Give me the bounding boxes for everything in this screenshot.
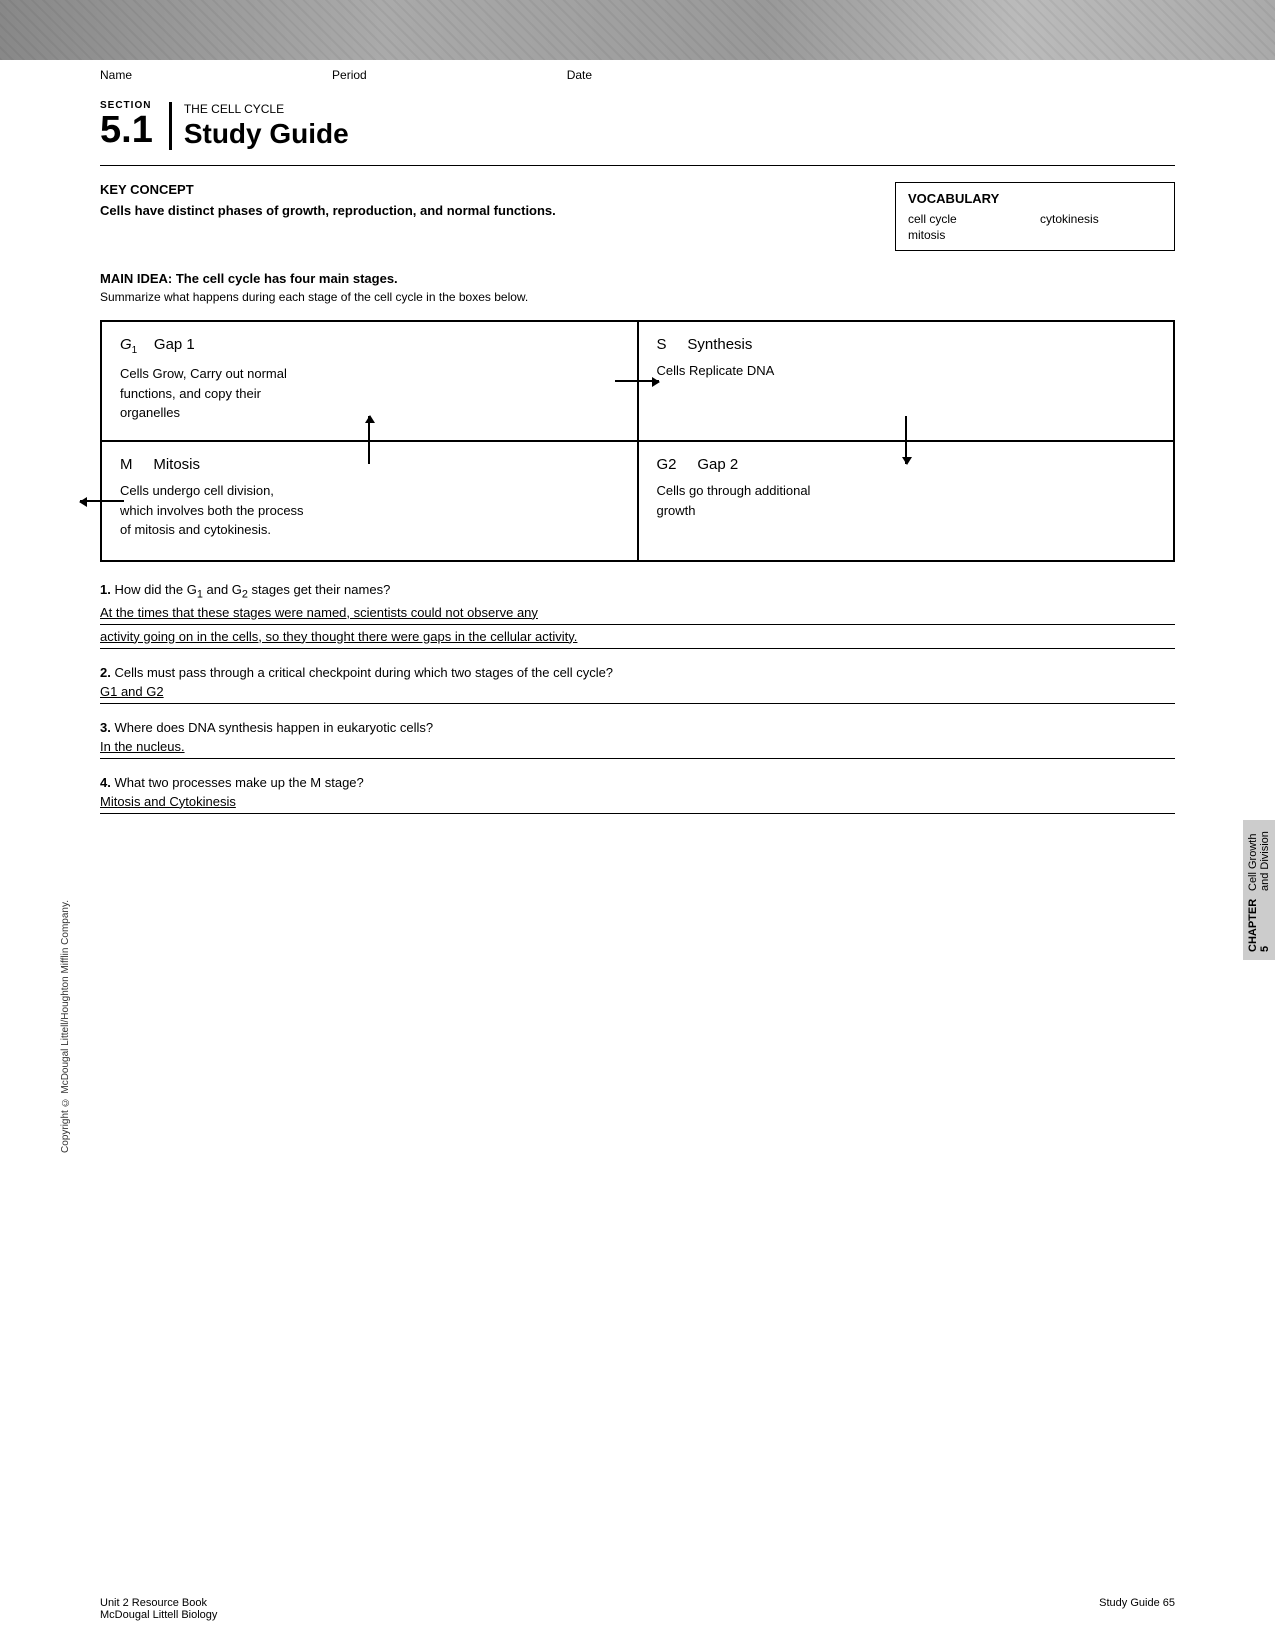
main-idea-title: MAIN IDEA: The cell cycle has four main … bbox=[100, 271, 1175, 286]
key-concept-text: Cells have distinct phases of growth, re… bbox=[100, 203, 865, 218]
q1-number: 1. bbox=[100, 582, 114, 597]
name-label: Name bbox=[100, 68, 132, 82]
key-concept-block: KEY CONCEPT Cells have distinct phases o… bbox=[100, 182, 865, 251]
cycle-cell-g1: G1 Gap 1 Cells Grow, Carry out normalfun… bbox=[101, 321, 638, 441]
chapter-label: CHAPTER 5 bbox=[1247, 899, 1271, 952]
g1-title: G1 Gap 1 bbox=[120, 336, 619, 356]
arrow-m-to-g1 bbox=[368, 416, 370, 464]
section-title-block: THE CELL CYCLE Study Guide bbox=[169, 102, 349, 150]
vocabulary-box: VOCABULARY cell cycle cytokinesis mitosi… bbox=[895, 182, 1175, 251]
main-idea-subtitle: Summarize what happens during each stage… bbox=[100, 290, 1175, 304]
s-text: Cells Replicate DNA bbox=[657, 361, 1156, 381]
period-label: Period bbox=[332, 68, 367, 82]
vocabulary-terms: cell cycle cytokinesis mitosis bbox=[908, 212, 1162, 242]
main-idea-heading: The cell cycle has four main stages. bbox=[176, 271, 398, 286]
vocab-term-1: cell cycle bbox=[908, 212, 1030, 226]
vocab-term-4 bbox=[1040, 228, 1162, 242]
concept-vocab-row: KEY CONCEPT Cells have distinct phases o… bbox=[100, 182, 1175, 251]
date-label: Date bbox=[567, 68, 592, 82]
g2-text: Cells go through additionalgrowth bbox=[657, 481, 1156, 520]
q4-text: What two processes make up the M stage? bbox=[114, 775, 363, 790]
question-4: 4. What two processes make up the M stag… bbox=[100, 775, 1175, 814]
section-main-title: Study Guide bbox=[184, 118, 349, 149]
section-subtitle: THE CELL CYCLE bbox=[184, 102, 349, 116]
cycle-diagram: G1 Gap 1 Cells Grow, Carry out normalfun… bbox=[100, 320, 1175, 562]
footer-right: Study Guide 65 bbox=[1099, 1597, 1175, 1621]
main-idea-label: MAIN IDEA: bbox=[100, 271, 172, 286]
g1-subscript: 1 bbox=[132, 345, 138, 356]
question-2: 2. Cells must pass through a critical ch… bbox=[100, 665, 1175, 704]
s-title: S Synthesis bbox=[657, 336, 1156, 353]
page-footer: Unit 2 Resource Book McDougal Littell Bi… bbox=[100, 1597, 1175, 1621]
q2-text: Cells must pass through a critical check… bbox=[114, 665, 613, 680]
vocab-term-2: cytokinesis bbox=[1040, 212, 1162, 226]
footer-left: Unit 2 Resource Book McDougal Littell Bi… bbox=[100, 1597, 217, 1621]
key-concept-title: KEY CONCEPT bbox=[100, 182, 865, 197]
q1-answer2: activity going on in the cells, so they … bbox=[100, 629, 1175, 649]
m-text: Cells undergo cell division,which involv… bbox=[120, 481, 619, 540]
question-3: 3. Where does DNA synthesis happen in eu… bbox=[100, 720, 1175, 759]
footer-left-line1: Unit 2 Resource Book bbox=[100, 1597, 217, 1609]
q1-text: How did the G1 and G2 stages get their n… bbox=[114, 582, 390, 597]
main-idea-section: MAIN IDEA: The cell cycle has four main … bbox=[100, 271, 1175, 304]
side-label-text: Cell Growth and Division bbox=[1247, 828, 1271, 891]
section-header: SECTION 5.1 THE CELL CYCLE Study Guide bbox=[0, 90, 1275, 165]
questions-section: 1. How did the G1 and G2 stages get thei… bbox=[100, 582, 1175, 814]
g1-letter: G bbox=[120, 336, 132, 353]
header-image bbox=[0, 0, 1275, 60]
arrow-g2-to-m bbox=[80, 500, 124, 502]
vocab-term-3: mitosis bbox=[908, 228, 1030, 242]
q4-number: 4. bbox=[100, 775, 114, 790]
copyright-text: Copyright © McDougal Littell/Houghton Mi… bbox=[60, 900, 71, 1153]
q1-answer1: At the times that these stages were name… bbox=[100, 605, 1175, 625]
vocabulary-title: VOCABULARY bbox=[908, 191, 1162, 206]
q3-text: Where does DNA synthesis happen in eukar… bbox=[114, 720, 433, 735]
q3-answer: In the nucleus. bbox=[100, 739, 1175, 759]
fields-row: Name Period Date bbox=[0, 60, 1275, 90]
cycle-cell-s: S Synthesis Cells Replicate DNA bbox=[638, 321, 1175, 441]
section-number: 5.1 bbox=[100, 111, 153, 149]
footer-left-line2: McDougal Littell Biology bbox=[100, 1609, 217, 1621]
q2-number: 2. bbox=[100, 665, 114, 680]
q3-number: 3. bbox=[100, 720, 114, 735]
question-1: 1. How did the G1 and G2 stages get thei… bbox=[100, 582, 1175, 649]
arrow-s-to-g2 bbox=[905, 416, 907, 464]
main-content: KEY CONCEPT Cells have distinct phases o… bbox=[0, 182, 1275, 814]
q4-answer: Mitosis and Cytokinesis bbox=[100, 794, 1175, 814]
arrow-g1-to-s bbox=[615, 380, 659, 382]
g1-text: Cells Grow, Carry out normalfunctions, a… bbox=[120, 364, 619, 423]
q2-answer: G1 and G2 bbox=[100, 684, 1175, 704]
side-label: CHAPTER 5 Cell Growth and Division bbox=[1243, 820, 1275, 960]
